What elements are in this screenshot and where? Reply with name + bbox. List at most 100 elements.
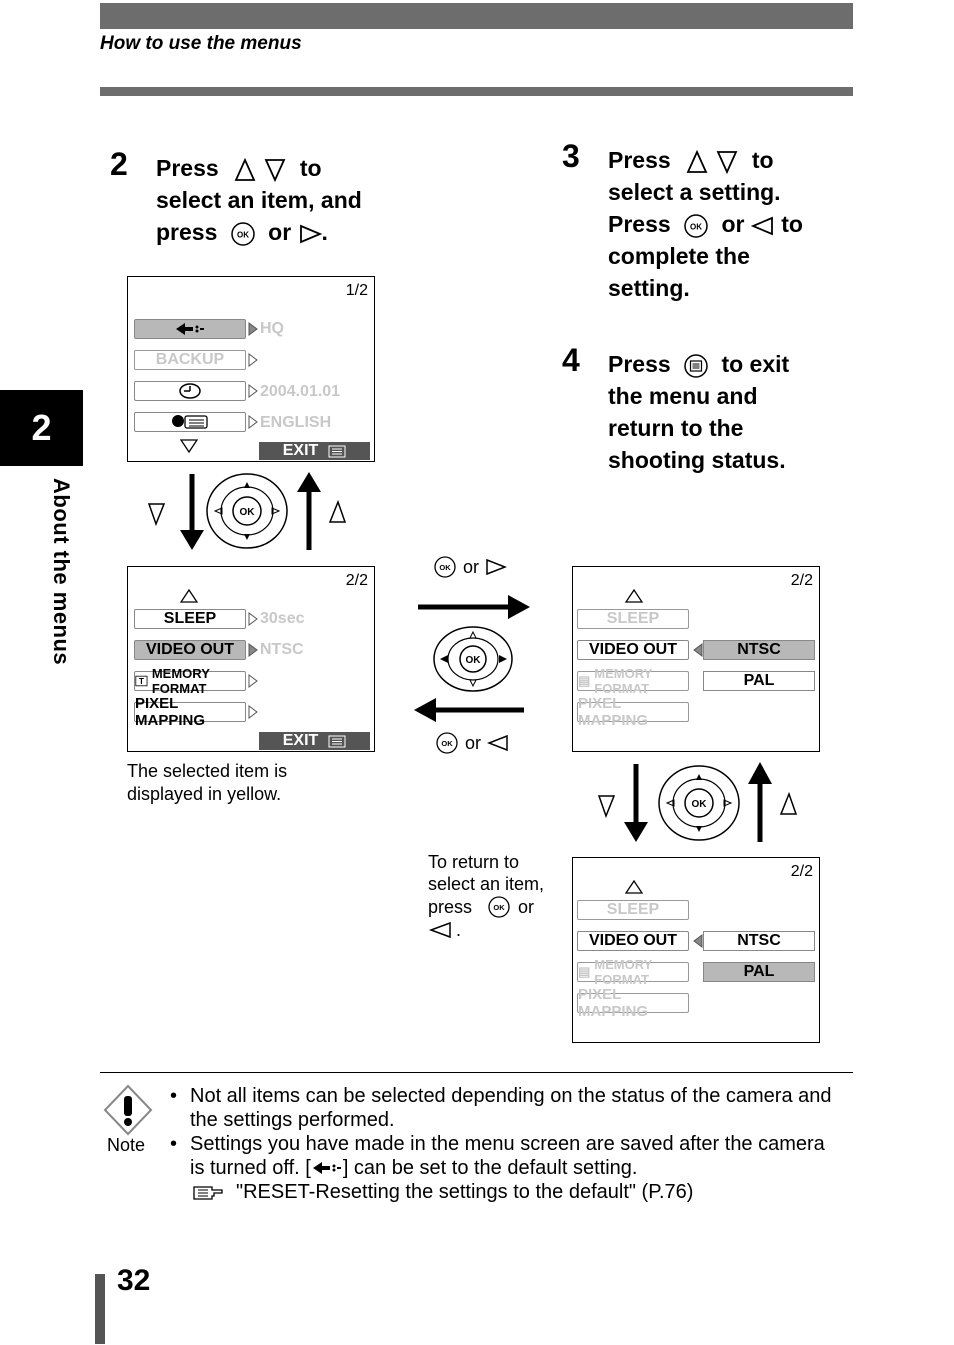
svg-text:OK: OK	[466, 655, 482, 666]
reset-icon	[176, 323, 204, 335]
memory-format-text: MEMORY FORMAT	[594, 666, 653, 696]
menu-item-video-out: VIDEO OUT	[577, 640, 689, 660]
right-caret-icon	[248, 322, 258, 336]
exit-label: EXIT	[259, 732, 370, 750]
step4-line4: shooting status.	[608, 447, 786, 473]
caption-line: displayed in yellow.	[127, 784, 282, 804]
memory-format-text: MEMORY FORMAT	[594, 957, 653, 987]
ok-button-icon: OK	[434, 556, 456, 578]
caption-press: press	[428, 897, 473, 917]
step3-line2: select a setting.	[608, 179, 781, 205]
menu-item-memory-format: ▤ MEMORY FORMAT	[577, 666, 689, 696]
ok-button-icon: OK	[684, 214, 708, 238]
caption-or: or	[518, 897, 535, 917]
menu-item-memory-format: ▤ MEMORY FORMAT	[577, 957, 689, 987]
exit-label: EXIT	[259, 442, 370, 460]
left-arrow-icon	[750, 216, 773, 236]
svg-text:T: T	[139, 677, 144, 686]
step3-line4: complete the	[608, 243, 750, 269]
step2-press2: press	[156, 219, 218, 245]
scroll-up-icon	[625, 880, 643, 894]
back-or: or	[465, 733, 482, 753]
menu-icon	[328, 445, 346, 457]
chapter-title: About the menus	[49, 478, 74, 666]
note-content: • Not all items can be selected dependin…	[170, 1085, 832, 1203]
ok-button-icon: OK	[488, 896, 510, 918]
menu-item-memory-format: T MEMORY FORMAT	[134, 666, 246, 696]
menu-item-sleep: SLEEP	[577, 900, 689, 920]
menu-item-sleep: SLEEP	[134, 609, 246, 629]
card-icon: T	[135, 675, 148, 687]
step2-instruction: Press to select an item, and press OK or…	[156, 152, 362, 248]
up-arrow-icon	[686, 149, 708, 173]
ok-button-icon: OK	[231, 222, 255, 246]
yellow-caption: The selected item is displayed in yellow…	[127, 760, 287, 806]
right-caret-icon	[248, 612, 258, 626]
menu-value-quality: HQ	[260, 320, 284, 337]
flow-diagram: OK	[414, 595, 530, 722]
page-indicator: 2/2	[345, 572, 368, 589]
left-arrow-icon	[487, 734, 508, 752]
option-ntsc: NTSC	[703, 640, 815, 660]
menu-item-backup: BACKUP	[134, 350, 246, 370]
step3-press: Press	[608, 147, 671, 173]
caption-line: To return to	[428, 852, 520, 872]
page-indicator: 1/2	[345, 282, 368, 299]
exit-text: EXIT	[282, 732, 319, 749]
menu-value-language: ENGLISH	[260, 414, 332, 431]
menu-item-clock	[134, 381, 246, 401]
svg-text:OK: OK	[692, 799, 708, 810]
menu-screen-page1: 1/2 HQ BACKUP 2004.01.01 ENGLISH EXIT	[127, 276, 375, 462]
menu-item-video-out: VIDEO OUT	[577, 931, 689, 951]
ok-button-icon: OK	[436, 732, 458, 754]
step2-or: or	[268, 219, 292, 245]
step3-number: 3	[562, 138, 580, 174]
step3-to: to	[751, 147, 774, 173]
option-ntsc: NTSC	[703, 931, 815, 951]
caption-line: The selected item is	[127, 761, 288, 781]
step4-to-exit: to exit	[721, 351, 790, 377]
note-divider	[100, 1072, 853, 1073]
menu-button-icon	[684, 354, 708, 378]
svg-text:OK: OK	[493, 903, 505, 912]
note-bullet-text: Settings you have made in the menu scree…	[190, 1133, 825, 1155]
svg-text:OK: OK	[690, 222, 702, 231]
reset-icon	[312, 1162, 341, 1174]
step3-press2: Press	[608, 211, 671, 237]
right-arrow-icon	[486, 558, 508, 576]
menu-value-date: 2004.01.01	[260, 383, 341, 400]
step4-number: 4	[562, 342, 580, 378]
chapter-tab: 2	[0, 390, 83, 466]
header-bar	[100, 3, 853, 29]
left-caret-icon	[693, 643, 703, 657]
menu-value-sleep: 30sec	[260, 610, 305, 627]
page-indicator: 2/2	[790, 863, 813, 880]
memory-format-text: MEMORY FORMAT	[151, 666, 210, 696]
menu-item-pixel-mapping: PIXEL MAPPING	[577, 986, 689, 1020]
scroll-up-icon	[180, 589, 198, 603]
caption-line: select an item,	[428, 874, 545, 894]
dpad-ok-label: OK	[240, 507, 256, 518]
step4-line2: the menu and	[608, 383, 758, 409]
setting-screen-pal: 2/2 SLEEP VIDEO OUT ▤ MEMORY FORMAT PIXEL…	[572, 857, 820, 1043]
note-bullet-text: the settings performed.	[190, 1109, 395, 1131]
dpad-navigation-diagram: OK	[597, 762, 798, 842]
step4-line3: return to the	[608, 415, 744, 441]
down-arrow-icon	[265, 159, 286, 183]
step2-number: 2	[110, 146, 128, 182]
exit-text: EXIT	[282, 442, 319, 459]
right-caret-icon	[248, 415, 258, 429]
right-caret-icon	[248, 674, 258, 688]
down-arrow-icon	[717, 151, 738, 175]
left-arrow-icon	[428, 921, 451, 939]
menu-value-video-out: NTSC	[260, 641, 304, 658]
step2-press: Press	[156, 155, 219, 181]
menu-item-reset	[134, 319, 246, 339]
right-caret-icon	[248, 353, 258, 367]
menu-item-video-out: VIDEO OUT	[134, 640, 246, 660]
return-caption: To return to select an item, press OK or…	[428, 851, 544, 941]
menu-icon	[328, 735, 346, 747]
section-title: How to use the menus	[100, 33, 302, 54]
step3-or: or	[721, 211, 745, 237]
step3-instruction: Press to select a setting. Press OK or t…	[608, 144, 803, 304]
